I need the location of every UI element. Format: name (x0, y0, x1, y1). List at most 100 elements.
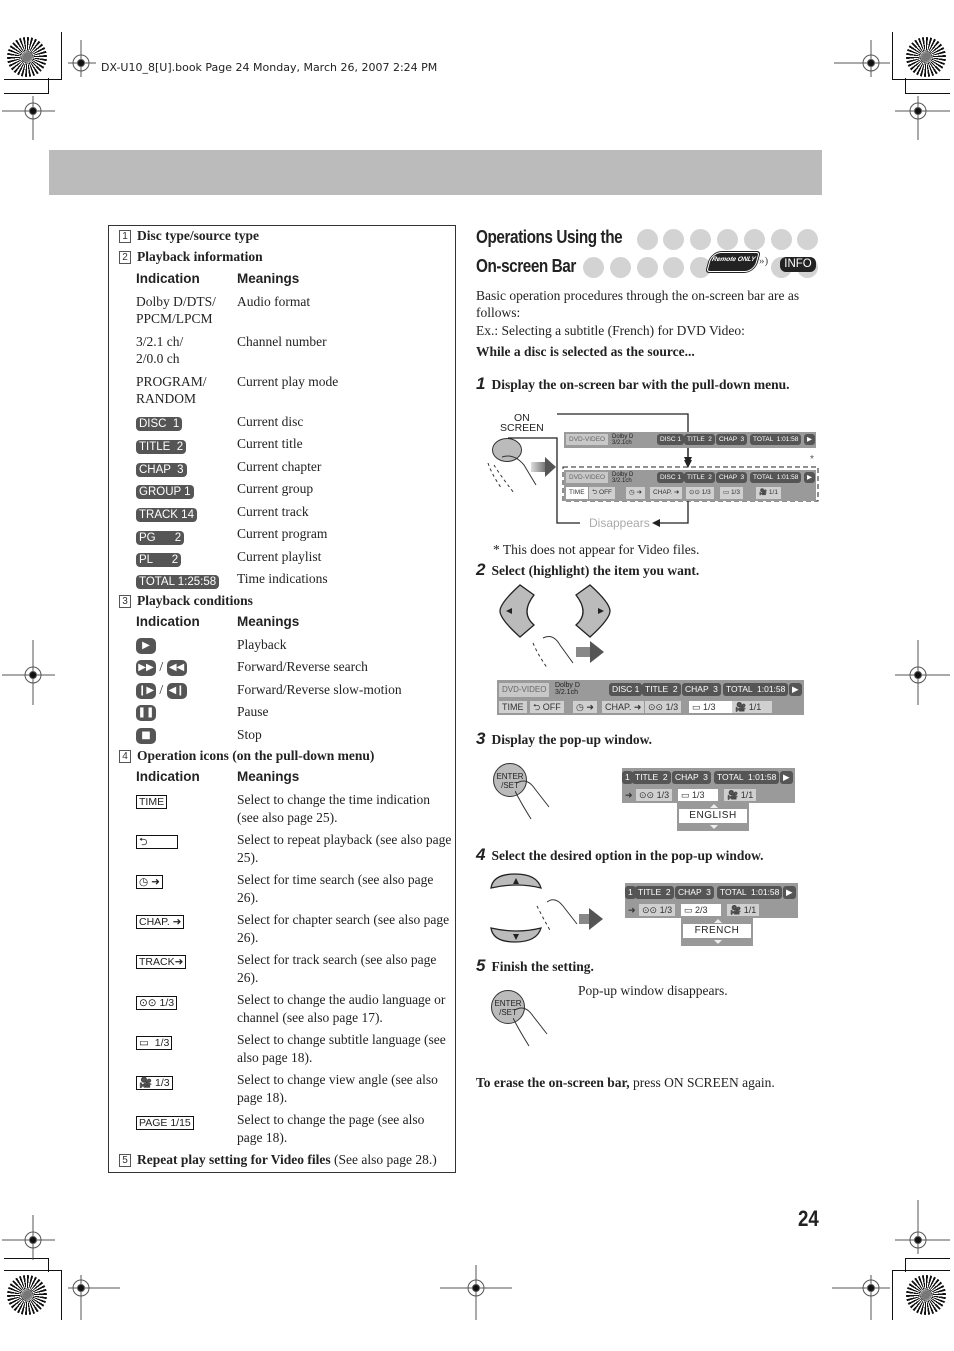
section-3-heading: 3 Playback conditions (119, 593, 253, 609)
meaning-text: Pause (237, 704, 269, 719)
meaning-text: Current chapter (237, 459, 322, 474)
on-screen-bar-partial-step4: 1 TITLE 2 CHAP 3 TOTAL 1:01:58 ▶ ➜ ⊙⊙ 1/… (625, 883, 798, 918)
crop-mark (61, 32, 62, 80)
up-arrow-icon (710, 804, 718, 808)
registration-star-top-right (906, 37, 946, 77)
registration-star-bottom-left (7, 1275, 47, 1315)
step-2: 2 Select (highlight) the item you want. (476, 560, 700, 579)
step-5: 5 Finish the setting. (476, 956, 594, 975)
finger-icon (513, 1007, 548, 1047)
indication-text: 3/2.1 ch/ 2/0.0 ch (136, 334, 184, 366)
next-arrow-icon: ▶ (783, 886, 796, 899)
meaning-text: Select for track search (see also page 2… (237, 952, 437, 985)
total-time-badge: TOTAL 1:25:58 (136, 575, 220, 589)
header-band (49, 150, 822, 195)
meaning-text: Select for time search (see also page 26… (237, 872, 434, 905)
on-screen-bar-step2: DVD-VIDEO Dolby D 3/2.1ch DISC 1 TITLE 2… (497, 680, 804, 715)
footnote: * This does not appear for Video files. (493, 542, 700, 557)
chapter-badge: CHAP 3 (136, 463, 187, 477)
meaning-text: Select to change the time indication (se… (237, 792, 431, 825)
chapter-search-icon: CHAP. ➜ (136, 915, 185, 929)
next-arrow-icon: ▶ (780, 771, 793, 784)
meaning-text: Channel number (237, 334, 327, 349)
column-indication: Indication (136, 769, 200, 784)
crop-mark (4, 93, 49, 94)
playlist-badge: PL 2 (136, 553, 182, 567)
print-header-meta: DX-U10_8[U].book Page 24 Monday, March 2… (101, 61, 438, 74)
pause-icon: ❚❚ (136, 704, 156, 721)
crop-mark (905, 93, 950, 94)
left-right-buttons-icon (499, 584, 611, 670)
next-arrow-icon: ▶ (804, 472, 815, 483)
column-indication: Indication (136, 614, 200, 629)
popup-window-step4: FRENCH (681, 918, 753, 946)
up-arrow-icon (714, 919, 722, 923)
crop-mark (892, 79, 950, 80)
on-screen-bar-with-menu: DVD-VIDEO Dolby D 3/2.1ch DISC 1 TITLE 2… (564, 470, 816, 501)
popup-window-step3: ENGLISH (677, 803, 749, 831)
meaning-text: Forward/Reverse search (237, 659, 368, 674)
crosshair-icon (834, 40, 890, 77)
step-1: 1 Display the on-screen bar with the pull… (476, 374, 790, 393)
crop-mark (892, 1270, 893, 1320)
angle-icon: 🎥 1/3 (136, 1076, 173, 1090)
info-button-badge: INFO (780, 257, 816, 272)
example-text: Ex.: Selecting a subtitle (French) for D… (476, 323, 745, 338)
meaning-text: Current track (237, 504, 309, 519)
track-search-icon: TRACK➜ (136, 955, 187, 969)
disappears-label: Disappears (589, 516, 650, 530)
meaning-text: Current play mode (237, 374, 339, 389)
finger-icon (515, 780, 550, 820)
crop-mark (48, 78, 49, 94)
crosshair-icon (68, 1275, 120, 1320)
fast-forward-icon: ▶▶ (136, 659, 156, 676)
meaning-text: Current playlist (237, 549, 322, 564)
track-badge: TRACK 14 (136, 508, 197, 522)
crosshair-icon (895, 96, 950, 140)
meaning-text: Select to change the page (see also page… (237, 1112, 425, 1145)
step-4: 4 Select the desired option in the pop-up… (476, 845, 764, 864)
program-badge: PG 2 (136, 531, 185, 545)
column-meanings: Meanings (237, 271, 300, 286)
arrow-icon: ➜ (625, 790, 633, 800)
subtitle-icon: ▭ 1/3 (136, 1036, 173, 1050)
meaning-text: Select to change subtitle language (see … (237, 1032, 446, 1065)
crop-mark (905, 1258, 906, 1272)
meaning-text: Current title (237, 436, 303, 451)
crosshair-icon (440, 1265, 512, 1320)
down-arrow-icon (714, 940, 722, 944)
next-arrow-icon: ▶ (804, 434, 815, 445)
crosshair-icon (2, 96, 55, 140)
meaning-text: Current disc (237, 414, 304, 429)
intro-text: Basic operation procedures through the o… (476, 288, 800, 320)
next-arrow-icon: ▶ (789, 683, 802, 696)
signal-icon: ») (759, 255, 769, 267)
play-icon: ▶ (136, 637, 156, 654)
asterisk-mark: * (810, 454, 814, 465)
meaning-text: Current group (237, 481, 314, 496)
legend-table: 1 Disc type/source type 2 Playback informa… (108, 225, 456, 1173)
section-5-heading: 5 Repeat play setting for Video files (Se… (119, 1152, 437, 1168)
page-number: 24 (798, 1206, 819, 1231)
stop-icon: ■ (136, 727, 156, 744)
arrow-icon: ➜ (628, 905, 636, 915)
crop-mark (892, 1270, 950, 1271)
meaning-text: Current program (237, 526, 328, 541)
crop-mark (4, 1258, 49, 1259)
rewind-icon: ◀◀ (166, 659, 187, 676)
meaning-text: Audio format (237, 294, 311, 309)
slow-forward-icon: ❙▶ (136, 682, 156, 699)
crop-mark (905, 78, 906, 94)
crosshair-icon (2, 640, 55, 705)
section-2-heading: 2 Playback information (119, 249, 263, 265)
crosshair-icon (2, 1215, 55, 1260)
meaning-text: Select for chapter search (see also page… (237, 912, 450, 945)
meaning-text: Stop (237, 727, 262, 742)
crop-mark (61, 1270, 62, 1320)
crop-mark (48, 1258, 49, 1272)
indication-text: Dolby D/DTS/ PPCM/LPCM (136, 294, 216, 326)
indication-text: PROGRAM/ RANDOM (136, 374, 207, 406)
registration-star-top-left (7, 37, 47, 77)
meaning-text: Select to change view angle (see also pa… (237, 1072, 438, 1105)
erase-instruction: To erase the on-screen bar, press ON SCR… (476, 1075, 775, 1090)
